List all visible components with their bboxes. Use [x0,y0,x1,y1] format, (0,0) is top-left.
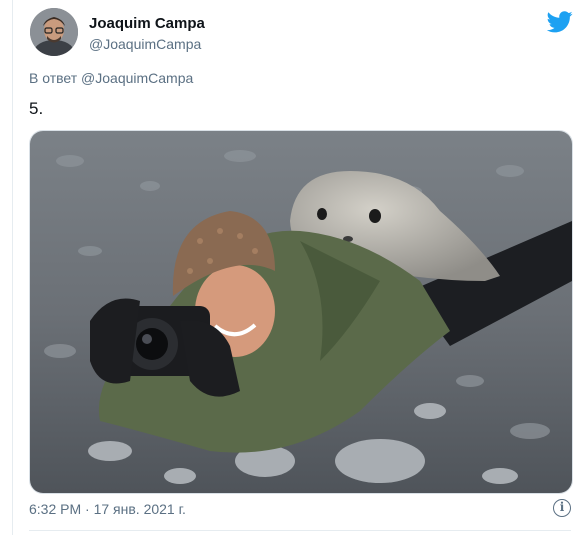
tweet-photo[interactable] [29,130,573,494]
twitter-bird-icon[interactable] [547,11,573,33]
tweet-text: 5. [29,99,44,118]
info-icon[interactable]: i [553,499,571,517]
tweet-timestamp[interactable]: 6:32 PM · 17 янв. 2021 г. [29,501,186,517]
author-handle[interactable]: @JoaquimCampa [89,36,201,52]
reply-prefix: В ответ [29,70,78,86]
reply-context: В ответ @JoaquimCampa [29,70,193,86]
avatar[interactable] [30,8,78,56]
tweet-card: Joaquim Campa @JoaquimCampa В ответ @Joa… [12,0,587,535]
author-name[interactable]: Joaquim Campa [89,15,205,32]
reply-to-link[interactable]: @JoaquimCampa [81,70,193,86]
photographer-with-seal-image [30,131,572,493]
divider [29,530,571,531]
avatar-image [30,8,78,56]
